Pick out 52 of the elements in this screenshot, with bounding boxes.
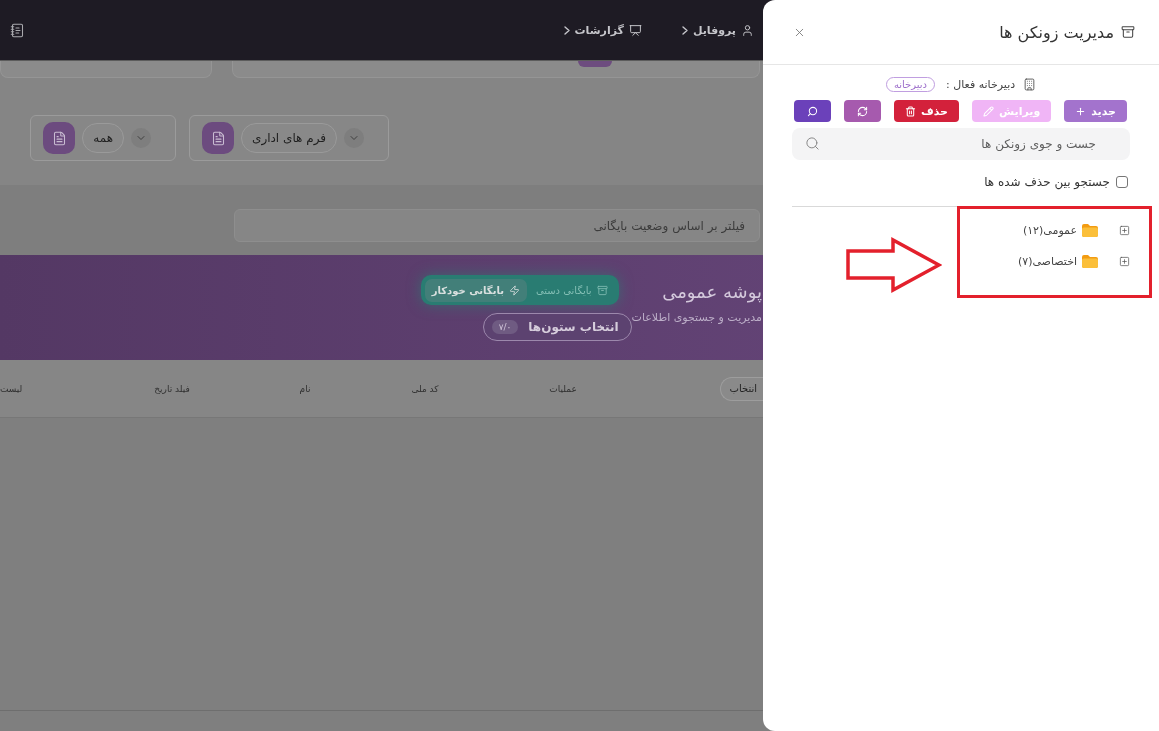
archive-icon <box>596 284 608 296</box>
trash-icon <box>904 105 916 117</box>
lightning-icon <box>508 284 520 296</box>
folder-icon <box>1081 253 1099 269</box>
count-badge: ۷/۰ <box>491 320 519 334</box>
document-icon <box>202 122 234 154</box>
expand-icon[interactable] <box>1119 224 1130 236</box>
archive-mode-tab[interactable]: بایگانی خودکار <box>424 278 527 302</box>
column-header: لیست <box>0 383 23 394</box>
delete-button[interactable]: حذف <box>893 100 959 122</box>
pencil-icon <box>982 105 994 117</box>
search-field[interactable]: جست و جوی زونکن ها <box>792 128 1130 160</box>
banner-title: پوشه عمومی <box>662 281 762 302</box>
arrow-icon <box>846 237 942 293</box>
refresh-icon <box>856 105 868 117</box>
columns-button[interactable]: انتخاب ستون‌ها ۷/۰ <box>482 313 632 341</box>
banner-subtitle: مدیریت و جستجوی اطلاعات <box>631 311 762 324</box>
chevron-icon <box>563 25 570 35</box>
dropdown-value: همه <box>82 123 124 153</box>
nav-link[interactable]: پروفایل <box>681 23 754 37</box>
user-icon <box>741 23 754 37</box>
building-icon <box>1023 77 1037 91</box>
nav-link[interactable]: گزارشات <box>563 23 642 37</box>
column-header: عملیات <box>549 383 577 394</box>
document-icon <box>43 122 76 154</box>
tree-item[interactable]: اختصاصی(۷) <box>1017 254 1077 268</box>
dropdown[interactable]: فرم های اداری <box>189 115 389 161</box>
refresh-button[interactable] <box>843 100 881 122</box>
column-header: کد ملی <box>411 383 439 394</box>
folder-icon <box>1081 222 1099 238</box>
expand-icon[interactable] <box>1119 255 1130 267</box>
drawer-title: مدیریت زونکن ها <box>999 22 1114 42</box>
column-header: نام <box>299 383 311 394</box>
new-button[interactable]: جدید <box>1064 100 1127 122</box>
notes-icon[interactable] <box>10 22 25 38</box>
column-header: فیلد تاریخ <box>154 383 190 394</box>
checkbox-label: جستجو بین حذف شده ها <box>984 175 1110 189</box>
search-icon <box>805 136 820 151</box>
archive-mode-tab[interactable]: بایگانی دستی <box>528 278 615 302</box>
presentation-icon <box>628 23 642 37</box>
dropdown-value: فرم های اداری <box>241 123 337 153</box>
archive-icon <box>1121 25 1135 39</box>
dropdown[interactable]: همه <box>30 115 176 161</box>
chevron-icon <box>681 25 688 35</box>
plus-icon <box>1075 105 1087 117</box>
checkbox[interactable] <box>1116 176 1128 188</box>
tree-item[interactable]: عمومی(۱۲) <box>1022 223 1077 237</box>
active-office-label: دبیرخانه فعال : <box>946 77 1016 91</box>
status-filter-field[interactable]: فیلتر بر اساس وضعیت بایگانی <box>234 209 760 242</box>
search-icon <box>806 105 818 117</box>
search-button[interactable] <box>793 100 831 122</box>
select-toggle[interactable]: انتخاب <box>719 376 763 401</box>
